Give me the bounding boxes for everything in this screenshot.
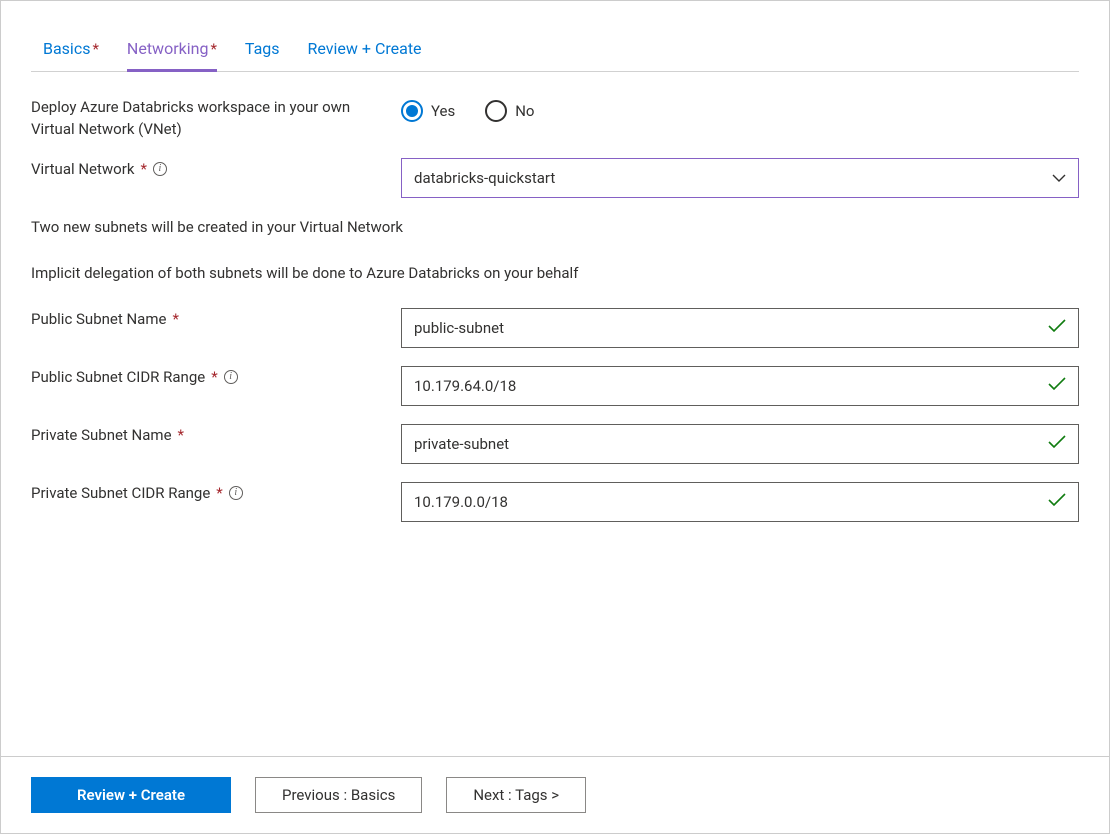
public-subnet-name-label: Public Subnet Name bbox=[31, 308, 166, 330]
review-create-button[interactable]: Review + Create bbox=[31, 777, 231, 813]
info-icon[interactable]: i bbox=[229, 486, 243, 500]
tab-review-create[interactable]: Review + Create bbox=[308, 31, 422, 71]
field-deploy-vnet: Deploy Azure Databricks workspace in you… bbox=[31, 96, 1079, 140]
radio-no[interactable]: No bbox=[485, 100, 534, 122]
public-subnet-cidr-input[interactable] bbox=[414, 377, 1048, 395]
deploy-vnet-radio-group: Yes No bbox=[401, 96, 1079, 122]
tab-networking[interactable]: Networking* bbox=[127, 31, 217, 72]
required-star: * bbox=[178, 424, 184, 446]
required-star: * bbox=[140, 158, 146, 180]
deploy-vnet-label: Deploy Azure Databricks workspace in you… bbox=[31, 96, 393, 140]
virtual-network-value: databricks-quickstart bbox=[414, 169, 1052, 187]
previous-button[interactable]: Previous : Basics bbox=[255, 777, 422, 813]
tabs-bar: Basics* Networking* Tags Review + Create bbox=[31, 31, 1079, 72]
required-star: * bbox=[172, 308, 178, 330]
public-subnet-cidr-label: Public Subnet CIDR Range bbox=[31, 366, 205, 388]
private-subnet-name-input-wrap bbox=[401, 424, 1079, 464]
subnet-note-1: Two new subnets will be created in your … bbox=[31, 216, 1079, 238]
private-subnet-name-label: Private Subnet Name bbox=[31, 424, 172, 446]
private-subnet-cidr-input-wrap bbox=[401, 482, 1079, 522]
public-subnet-name-input-wrap bbox=[401, 308, 1079, 348]
radio-no-label: No bbox=[515, 102, 534, 120]
virtual-network-select[interactable]: databricks-quickstart bbox=[401, 158, 1079, 198]
chevron-down-icon bbox=[1052, 171, 1066, 185]
info-icon[interactable]: i bbox=[153, 162, 167, 176]
private-subnet-name-input[interactable] bbox=[414, 435, 1048, 453]
info-icon[interactable]: i bbox=[224, 370, 238, 384]
check-icon bbox=[1048, 377, 1066, 395]
radio-yes-label: Yes bbox=[431, 102, 455, 120]
check-icon bbox=[1048, 319, 1066, 337]
radio-yes[interactable]: Yes bbox=[401, 100, 455, 122]
tab-networking-label: Networking bbox=[127, 39, 209, 58]
private-subnet-cidr-input[interactable] bbox=[414, 493, 1048, 511]
field-public-subnet-name: Public Subnet Name * bbox=[31, 308, 1079, 348]
subnet-note-2: Implicit delegation of both subnets will… bbox=[31, 262, 1079, 284]
check-icon bbox=[1048, 493, 1066, 511]
required-star: * bbox=[210, 40, 216, 58]
next-button[interactable]: Next : Tags > bbox=[446, 777, 586, 813]
field-private-subnet-cidr: Private Subnet CIDR Range * i bbox=[31, 482, 1079, 522]
required-star: * bbox=[92, 40, 98, 58]
required-star: * bbox=[216, 482, 222, 504]
check-icon bbox=[1048, 435, 1066, 453]
tab-basics-label: Basics bbox=[43, 39, 90, 58]
field-private-subnet-name: Private Subnet Name * bbox=[31, 424, 1079, 464]
tab-tags-label: Tags bbox=[245, 39, 280, 58]
required-star: * bbox=[211, 366, 217, 388]
virtual-network-label: Virtual Network bbox=[31, 158, 134, 180]
footer-actions: Review + Create Previous : Basics Next :… bbox=[1, 756, 1109, 833]
radio-circle-icon bbox=[485, 100, 507, 122]
public-subnet-name-input[interactable] bbox=[414, 319, 1048, 337]
public-subnet-cidr-input-wrap bbox=[401, 366, 1079, 406]
field-public-subnet-cidr: Public Subnet CIDR Range * i bbox=[31, 366, 1079, 406]
private-subnet-cidr-label: Private Subnet CIDR Range bbox=[31, 482, 210, 504]
radio-circle-selected-icon bbox=[401, 100, 423, 122]
tab-review-create-label: Review + Create bbox=[308, 39, 422, 58]
tab-basics[interactable]: Basics* bbox=[43, 31, 99, 71]
field-virtual-network: Virtual Network * i databricks-quickstar… bbox=[31, 158, 1079, 198]
tab-tags[interactable]: Tags bbox=[245, 31, 280, 71]
networking-panel: Basics* Networking* Tags Review + Create… bbox=[0, 0, 1110, 834]
